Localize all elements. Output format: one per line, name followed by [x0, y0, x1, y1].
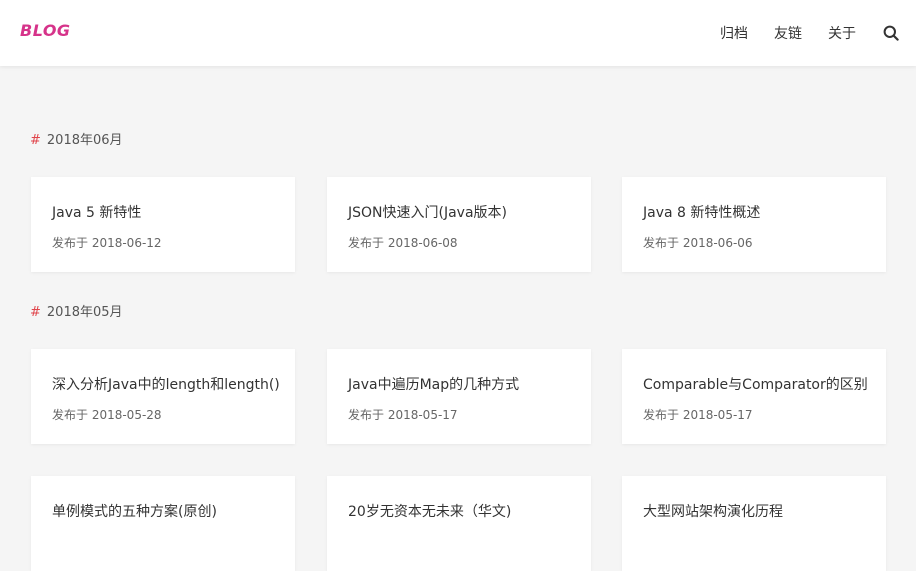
post-date: 发布于 2018-05-17 [643, 408, 753, 422]
month-heading-label: 2018年06月 [46, 133, 123, 148]
nav-friend-links[interactable]: 友链 [774, 23, 802, 43]
blog-logo[interactable]: BLOG [20, 21, 71, 40]
post-title[interactable]: JSON快速入门(Java版本) [348, 202, 507, 222]
post-card[interactable]: Java中遍历Map的几种方式 发布于 2018-05-17 [327, 349, 591, 444]
hash-mark: # [30, 305, 41, 320]
month-heading: #2018年05月 [30, 301, 123, 320]
post-card[interactable]: JSON快速入门(Java版本) 发布于 2018-06-08 [327, 177, 591, 272]
nav-archive[interactable]: 归档 [720, 23, 748, 43]
post-card[interactable]: Java 8 新特性概述 发布于 2018-06-06 [622, 177, 886, 272]
post-card[interactable]: 单例模式的五种方案(原创) [31, 476, 295, 571]
post-title[interactable]: Java 5 新特性 [52, 202, 141, 222]
post-card[interactable]: 深入分析Java中的length和length() 发布于 2018-05-28 [31, 349, 295, 444]
post-card[interactable]: 20岁无资本无未来（华文) [327, 476, 591, 571]
post-title[interactable]: 大型网站架构演化历程 [643, 501, 783, 521]
month-heading: #2018年06月 [30, 129, 123, 148]
nav-about[interactable]: 关于 [828, 23, 856, 43]
post-card[interactable]: 大型网站架构演化历程 [622, 476, 886, 571]
post-title[interactable]: Java中遍历Map的几种方式 [348, 374, 519, 394]
post-card[interactable]: Comparable与Comparator的区别 发布于 2018-05-17 [622, 349, 886, 444]
search-icon[interactable] [882, 24, 900, 42]
post-title[interactable]: 深入分析Java中的length和length() [52, 374, 280, 394]
post-title[interactable]: 单例模式的五种方案(原创) [52, 501, 217, 521]
post-date: 发布于 2018-06-06 [643, 236, 753, 250]
post-date: 发布于 2018-05-17 [348, 408, 458, 422]
post-date: 发布于 2018-06-08 [348, 236, 458, 250]
month-heading-label: 2018年05月 [46, 305, 123, 320]
post-date: 发布于 2018-06-12 [52, 236, 162, 250]
hash-mark: # [30, 133, 41, 148]
main-content: #2018年06月 Java 5 新特性 发布于 2018-06-12 JSON… [0, 66, 916, 571]
top-header: BLOG 归档 友链 关于 [0, 0, 916, 66]
post-title[interactable]: Comparable与Comparator的区别 [643, 374, 868, 394]
top-nav: 归档 友链 关于 [720, 0, 916, 66]
post-date: 发布于 2018-05-28 [52, 408, 162, 422]
post-card[interactable]: Java 5 新特性 发布于 2018-06-12 [31, 177, 295, 272]
post-title[interactable]: 20岁无资本无未来（华文) [348, 501, 511, 521]
post-title[interactable]: Java 8 新特性概述 [643, 202, 760, 222]
